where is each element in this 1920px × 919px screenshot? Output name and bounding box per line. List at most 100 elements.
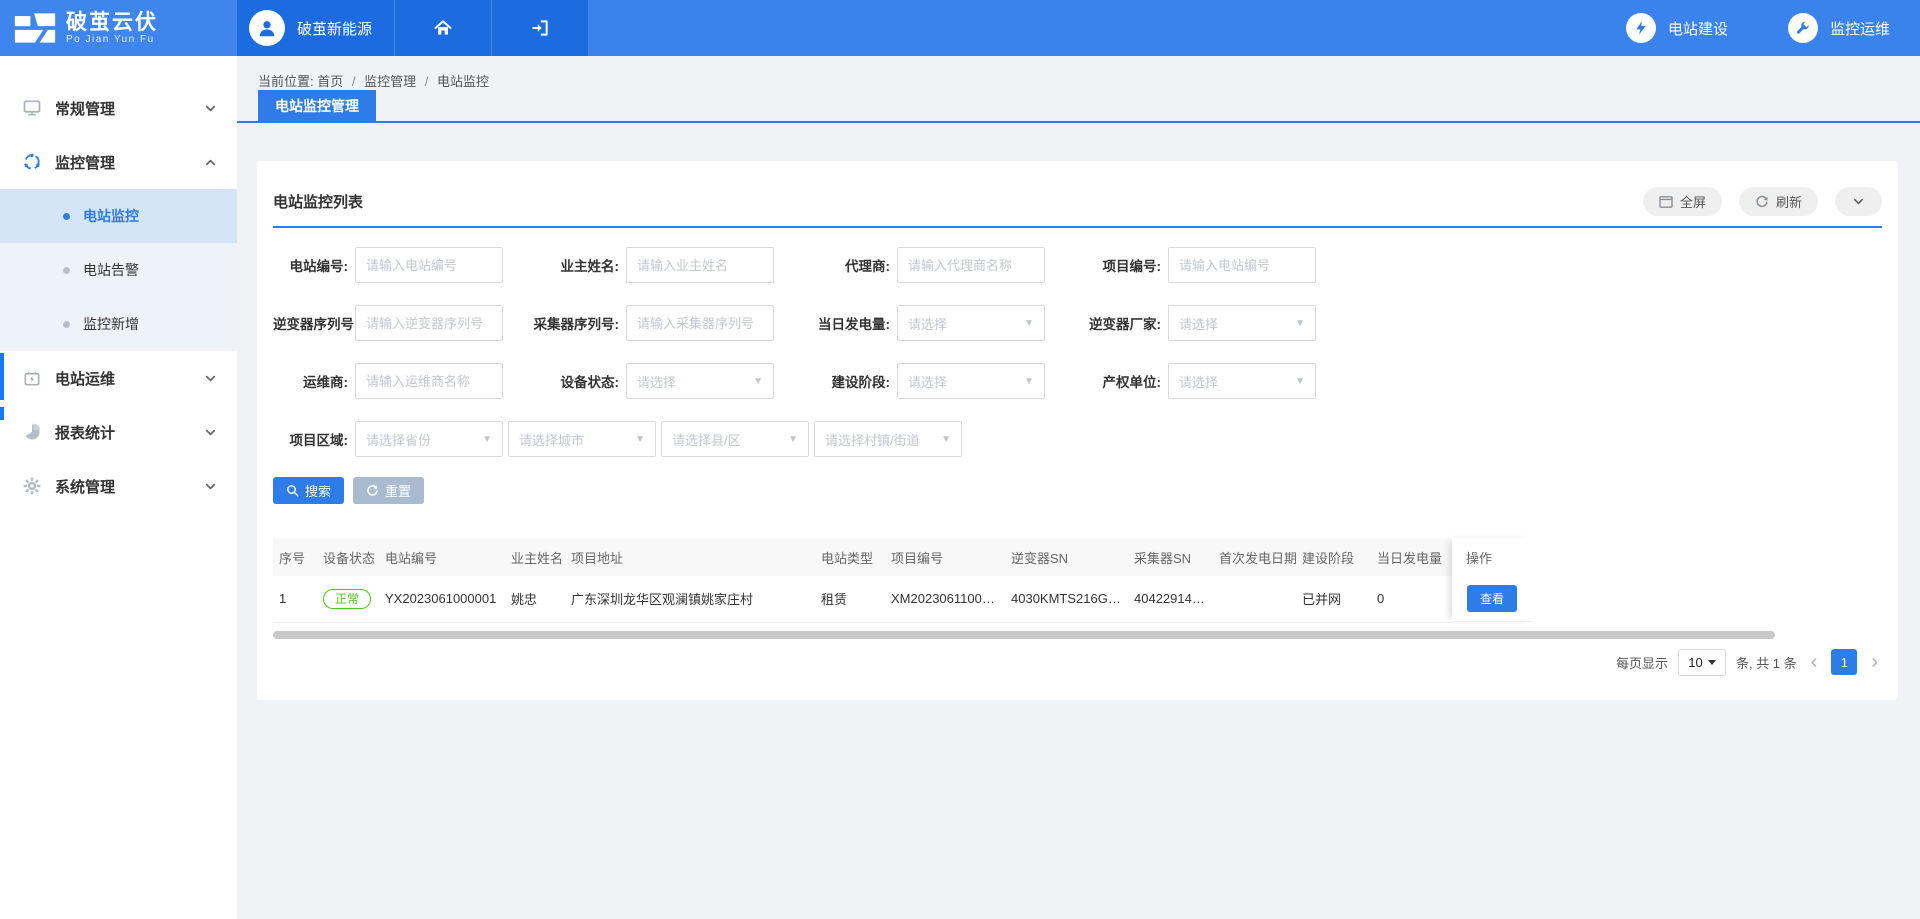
sidebar-item-station-alarm[interactable]: 电站告警 [0, 243, 237, 297]
breadcrumb-monitor-mgmt[interactable]: 监控管理 [364, 74, 416, 89]
home-icon [433, 18, 453, 38]
sidebar-item-monitor-mgmt[interactable]: 监控管理 [0, 135, 237, 189]
filter-form: 电站编号: 业主姓名: 代理商: 项目编号: 逆变器序列号: 采集器序列号: 当… [273, 247, 1882, 399]
agent-input[interactable] [897, 247, 1045, 283]
caret-down-icon: ▼ [788, 434, 798, 445]
sidebar-item-station-ops[interactable]: 电站运维 [0, 351, 237, 405]
breadcrumb-station-monitor[interactable]: 电站监控 [437, 74, 489, 89]
breadcrumb: 当前位置: 首页 / 监控管理 / 电站监控 [237, 56, 1920, 90]
home-button[interactable] [395, 0, 492, 56]
cell-inverter-sn: 4030KMTS216G0213... [1005, 576, 1128, 622]
build-stage-select[interactable]: 请选择 ▼ [897, 363, 1045, 399]
sidebar-scrollbar[interactable] [0, 407, 4, 420]
table-header-row: 序号 设备状态 电站编号 业主姓名 项目地址 电站类型 项目编号 逆变器SN 采… [273, 538, 1453, 576]
reset-icon [366, 484, 379, 497]
chevron-down-icon [204, 480, 217, 493]
next-page-button[interactable]: › [1867, 652, 1882, 672]
chevron-down-icon [204, 426, 217, 439]
fullscreen-icon [1659, 196, 1673, 208]
user-menu[interactable]: 破茧新能源 [237, 0, 395, 56]
cell-index: 1 [273, 576, 317, 622]
monitor-icon [22, 98, 42, 118]
chevron-down-icon [204, 102, 217, 115]
collector-sn-input[interactable] [626, 305, 774, 341]
sidebar-item-general-mgmt[interactable]: 常规管理 [0, 81, 237, 135]
caret-down-icon: ▼ [941, 434, 951, 445]
app-header: 破茧云伏 Po Jian Yun Fu 破茧新能源 [0, 0, 1920, 56]
owner-name-input[interactable] [626, 247, 774, 283]
logo-title: 破茧云伏 [66, 12, 158, 34]
property-unit-select[interactable]: 请选择 ▼ [1168, 363, 1316, 399]
main-content: 当前位置: 首页 / 监控管理 / 电站监控 电站监控管理 电站监控列表 全屏 [237, 56, 1920, 919]
search-icon [286, 484, 299, 497]
device-status-select[interactable]: 请选择 ▼ [626, 363, 774, 399]
town-select[interactable]: 请选择村镇/街道 ▼ [814, 421, 962, 457]
reset-button[interactable]: 重置 [353, 477, 424, 504]
sidebar-scrollbar[interactable] [0, 353, 4, 400]
action-column: 操作 查看 [1452, 538, 1532, 622]
caret-down-icon: ▼ [635, 434, 645, 445]
project-no-input[interactable] [1168, 247, 1316, 283]
status-badge: 正常 [323, 589, 371, 609]
county-select[interactable]: 请选择县/区 ▼ [661, 421, 809, 457]
logo-icon [13, 11, 57, 45]
province-select[interactable]: 请选择省份 ▼ [355, 421, 503, 457]
daily-power-select[interactable]: 请选择 ▼ [897, 305, 1045, 341]
collapse-panel-button[interactable] [1835, 187, 1882, 216]
cell-status: 正常 [317, 576, 379, 622]
station-no-input[interactable] [355, 247, 503, 283]
bullet-icon [63, 267, 70, 274]
ops-vendor-input[interactable] [355, 363, 503, 399]
page-number-button[interactable]: 1 [1831, 649, 1857, 675]
per-page-select[interactable]: 10 [1678, 649, 1726, 676]
table-row: 1 正常 YX2023061000001 姚忠 广东深圳龙华区观澜镇姚家庄村 租… [273, 576, 1453, 622]
logo-subtitle: Po Jian Yun Fu [66, 34, 158, 45]
caret-down-icon: ▼ [753, 376, 763, 387]
sidebar-item-system-mgmt[interactable]: 系统管理 [0, 459, 237, 513]
inverter-vendor-select[interactable]: 请选择 ▼ [1168, 305, 1316, 341]
user-icon [256, 17, 278, 39]
battery-icon [22, 368, 42, 388]
logout-button[interactable] [492, 0, 589, 56]
station-table: 序号 设备状态 电站编号 业主姓名 项目地址 电站类型 项目编号 逆变器SN 采… [273, 538, 1532, 623]
cell-address: 广东深圳龙华区观澜镇姚家庄村 [565, 576, 815, 622]
inverter-sn-input[interactable] [355, 305, 503, 341]
cell-type: 租赁 [815, 576, 885, 622]
chevron-up-icon [204, 156, 217, 169]
search-button[interactable]: 搜索 [273, 477, 344, 504]
breadcrumb-prefix: 当前位置: [258, 74, 314, 89]
region-filter-row: 项目区域: 请选择省份 ▼ 请选择城市 ▼ 请选择县/区 ▼ 请选择村镇/街道 … [273, 421, 1882, 457]
gear-icon [22, 476, 42, 496]
breadcrumb-home[interactable]: 首页 [317, 74, 343, 89]
refresh-button[interactable]: 刷新 [1739, 187, 1818, 216]
caret-down-icon: ▼ [1024, 318, 1034, 329]
cell-station-no: YX2023061000001 [379, 576, 505, 622]
avatar [249, 10, 285, 46]
horizontal-scrollbar[interactable] [273, 631, 1775, 639]
refresh-icon [1755, 195, 1769, 209]
sidebar-item-monitor-add[interactable]: 监控新增 [0, 297, 237, 351]
prev-page-button[interactable]: ‹ [1807, 652, 1822, 672]
sidebar-item-report-stats[interactable]: 报表统计 [0, 405, 237, 459]
panel-title: 电站监控列表 [273, 191, 363, 212]
panel-station-monitor-list: 电站监控列表 全屏 刷新 [257, 161, 1898, 700]
city-select[interactable]: 请选择城市 ▼ [508, 421, 656, 457]
fullscreen-button[interactable]: 全屏 [1643, 187, 1722, 216]
total-count-label: 条, 共 1 条 [1736, 653, 1797, 672]
nav-station-build[interactable]: 电站建设 [1626, 13, 1728, 43]
tab-station-monitor-mgmt[interactable]: 电站监控管理 [258, 90, 376, 121]
chevron-down-icon [204, 372, 217, 385]
nav-monitor-ops[interactable]: 监控运维 [1788, 13, 1890, 43]
cell-daily-power: 0 [1371, 576, 1453, 622]
sidebar: 常规管理 监控管理 电站监控 电站告警 [0, 56, 237, 919]
sidebar-item-station-monitor[interactable]: 电站监控 [0, 189, 237, 243]
caret-down-icon [1708, 660, 1716, 665]
network-icon [22, 152, 42, 172]
view-button[interactable]: 查看 [1467, 585, 1517, 612]
bullet-icon [63, 321, 70, 328]
cell-first-power-date [1213, 576, 1296, 622]
caret-down-icon: ▼ [1024, 376, 1034, 387]
app-logo[interactable]: 破茧云伏 Po Jian Yun Fu [0, 0, 237, 56]
caret-down-icon: ▼ [482, 434, 492, 445]
tab-bar: 电站监控管理 [237, 90, 1920, 123]
